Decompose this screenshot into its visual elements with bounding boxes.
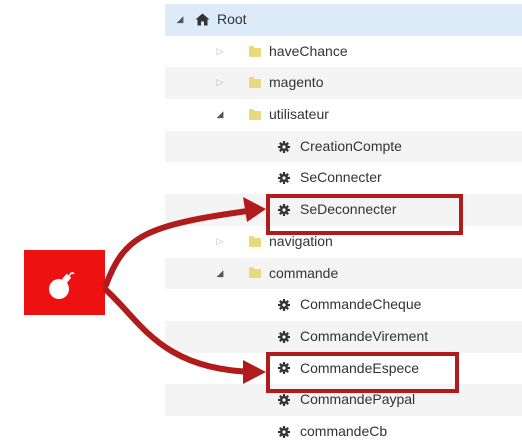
- tree-item-label: SeConnecter: [300, 169, 382, 186]
- folder-icon: [249, 99, 261, 131]
- tree-scenario-creationcompte[interactable]: CreationCompte: [165, 130, 522, 163]
- tree-item-label: CommandeVirement: [300, 327, 429, 344]
- highlight-box-commandeespece: [266, 352, 459, 393]
- tree-item-label: commande: [269, 264, 339, 281]
- tree-item-label: CreationCompte: [300, 137, 402, 154]
- collapsed-toggle-icon[interactable]: ▷: [213, 36, 227, 68]
- tree-scenario-commandecb[interactable]: commandeCb: [165, 416, 522, 448]
- gear-icon: [278, 321, 290, 353]
- gear-icon: [278, 162, 290, 194]
- gear-icon: [278, 289, 290, 321]
- tree-scenario-commandecheque[interactable]: CommandeCheque: [165, 289, 522, 321]
- tree-scenario-seconnecter[interactable]: SeConnecter: [165, 162, 522, 194]
- tree-root[interactable]: ◢ Root: [165, 4, 522, 36]
- tree-folder-magento[interactable]: ▷ magento: [165, 67, 522, 100]
- home-icon: [195, 4, 210, 36]
- expanded-toggle-icon[interactable]: ◢: [213, 258, 227, 290]
- folder-icon: [249, 226, 261, 258]
- highlight-box-sedeconnecter: [266, 194, 463, 235]
- gear-icon: [278, 131, 290, 163]
- collapsed-toggle-icon[interactable]: ▷: [213, 67, 227, 99]
- tree-root-label: Root: [217, 11, 247, 27]
- tree-folder-utilisateur[interactable]: ◢ utilisateur: [165, 99, 522, 131]
- bomb-tile: [24, 250, 105, 315]
- gear-icon: [278, 416, 290, 448]
- tree-folder-commande[interactable]: ◢ commande: [165, 257, 522, 290]
- folder-icon: [249, 67, 261, 99]
- folder-icon: [249, 36, 261, 68]
- tree-item-label: CommandeCheque: [300, 296, 422, 313]
- tree-item-label: haveChance: [269, 42, 348, 59]
- tree-scenario-commandevirement[interactable]: CommandeVirement: [165, 320, 522, 353]
- tree-folder-havechance[interactable]: ▷ haveChance: [165, 36, 522, 68]
- bomb-icon: [49, 272, 75, 299]
- collapsed-toggle-icon[interactable]: ▷: [213, 226, 227, 258]
- expanded-toggle-icon[interactable]: ◢: [173, 4, 187, 36]
- tree-item-label: utilisateur: [269, 106, 329, 123]
- expanded-toggle-icon[interactable]: ◢: [213, 99, 227, 131]
- tree-item-label: magento: [269, 74, 324, 91]
- tree-item-label: commandeCb: [300, 422, 388, 439]
- folder-icon: [249, 258, 261, 290]
